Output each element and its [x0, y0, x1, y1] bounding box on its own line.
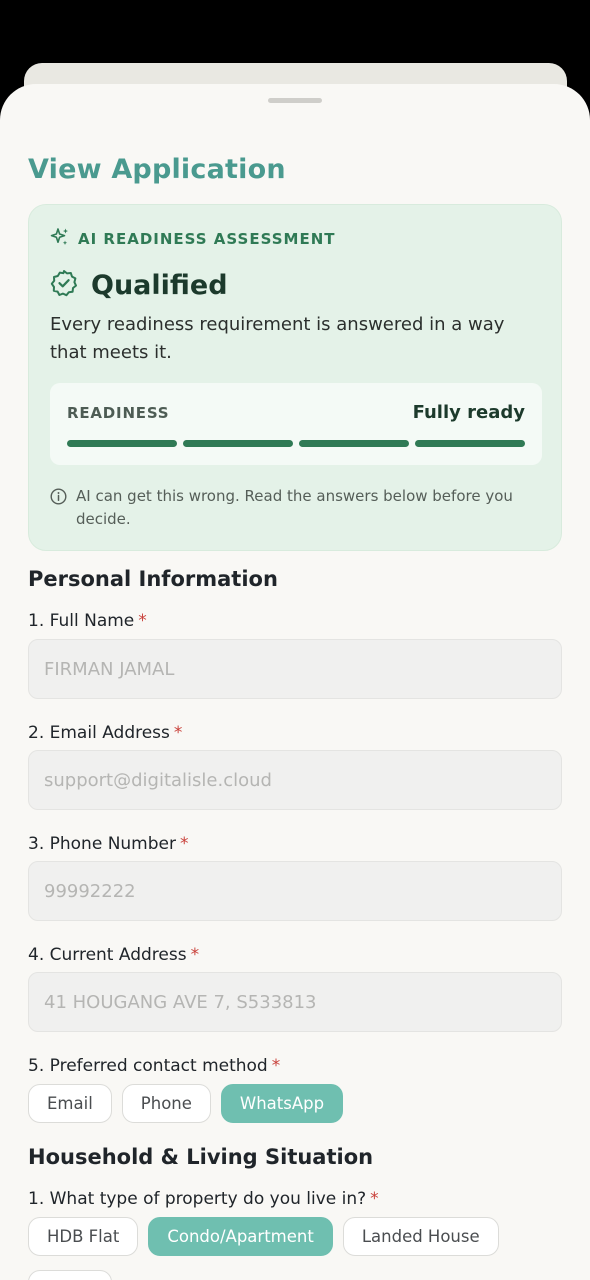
readiness-segment	[299, 440, 409, 447]
readiness-label: READINESS	[67, 404, 170, 422]
ai-description: Every readiness requirement is answered …	[50, 314, 505, 363]
property-option-hdb-flat[interactable]: HDB Flat	[28, 1217, 139, 1256]
contact-option-whatsapp[interactable]: WhatsApp	[220, 1084, 344, 1123]
drag-handle[interactable]	[268, 98, 322, 103]
property-type-label: 1. What type of property do you live in?…	[28, 1189, 379, 1209]
page-title: View Application	[28, 154, 286, 185]
full-name-label: 1. Full Name *	[28, 611, 147, 631]
readiness-value: Fully ready	[412, 402, 525, 423]
ai-disclaimer: AI can get this wrong. Read the answers …	[50, 485, 530, 531]
info-icon	[50, 488, 67, 531]
ai-header: AI READINESS ASSESSMENT	[50, 227, 336, 251]
required-marker: *	[370, 1189, 379, 1209]
readiness-bars	[67, 440, 525, 447]
ai-readiness-card: AI READINESS ASSESSMENT Qualified Every …	[28, 204, 562, 551]
phone-label: 3. Phone Number *	[28, 834, 189, 854]
section-title-personal: Personal Information	[28, 567, 278, 591]
property-type-options: HDB Flat Condo/Apartment Landed House	[28, 1217, 499, 1256]
required-marker: *	[271, 1056, 281, 1076]
contact-option-phone[interactable]: Phone	[121, 1084, 211, 1123]
ai-header-label: AI READINESS ASSESSMENT	[78, 230, 336, 248]
readiness-segment	[415, 440, 525, 447]
status-row: Qualified	[50, 269, 228, 301]
phone-value: 99992222	[44, 880, 136, 902]
disclaimer-text: AI can get this wrong. Read the answers …	[76, 487, 513, 528]
full-name-value: FIRMAN JAMAL	[44, 658, 175, 680]
required-marker: *	[173, 723, 183, 743]
email-value: support@digitalisle.cloud	[44, 769, 272, 791]
property-option-landed-house[interactable]: Landed House	[342, 1217, 499, 1256]
bottom-sheet: View Application AI READINESS ASSESSMENT…	[0, 84, 590, 1280]
address-label: 4. Current Address *	[28, 945, 200, 965]
property-option-condo-apartment[interactable]: Condo/Apartment	[148, 1217, 333, 1256]
required-marker: *	[138, 611, 147, 631]
address-field[interactable]: 41 HOUGANG AVE 7, S533813	[28, 972, 562, 1032]
contact-method-label: 5. Preferred contact method *	[28, 1056, 281, 1076]
sparkles-icon	[50, 227, 70, 251]
readiness-segment	[67, 440, 177, 447]
property-option-cut-off[interactable]	[28, 1270, 112, 1280]
required-marker: *	[190, 945, 200, 965]
readiness-meter: READINESS Fully ready	[50, 383, 542, 465]
email-label: 2. Email Address *	[28, 723, 183, 743]
address-value: 41 HOUGANG AVE 7, S533813	[44, 991, 317, 1013]
required-marker: *	[179, 834, 189, 854]
section-title-household: Household & Living Situation	[28, 1145, 374, 1169]
readiness-segment	[183, 440, 293, 447]
verified-badge-icon	[50, 269, 78, 301]
status-label: Qualified	[91, 269, 228, 301]
contact-method-options: Email Phone WhatsApp	[28, 1084, 344, 1123]
full-name-field[interactable]: FIRMAN JAMAL	[28, 639, 562, 699]
contact-option-email[interactable]: Email	[28, 1084, 112, 1123]
email-field[interactable]: support@digitalisle.cloud	[28, 750, 562, 810]
phone-field[interactable]: 99992222	[28, 861, 562, 921]
